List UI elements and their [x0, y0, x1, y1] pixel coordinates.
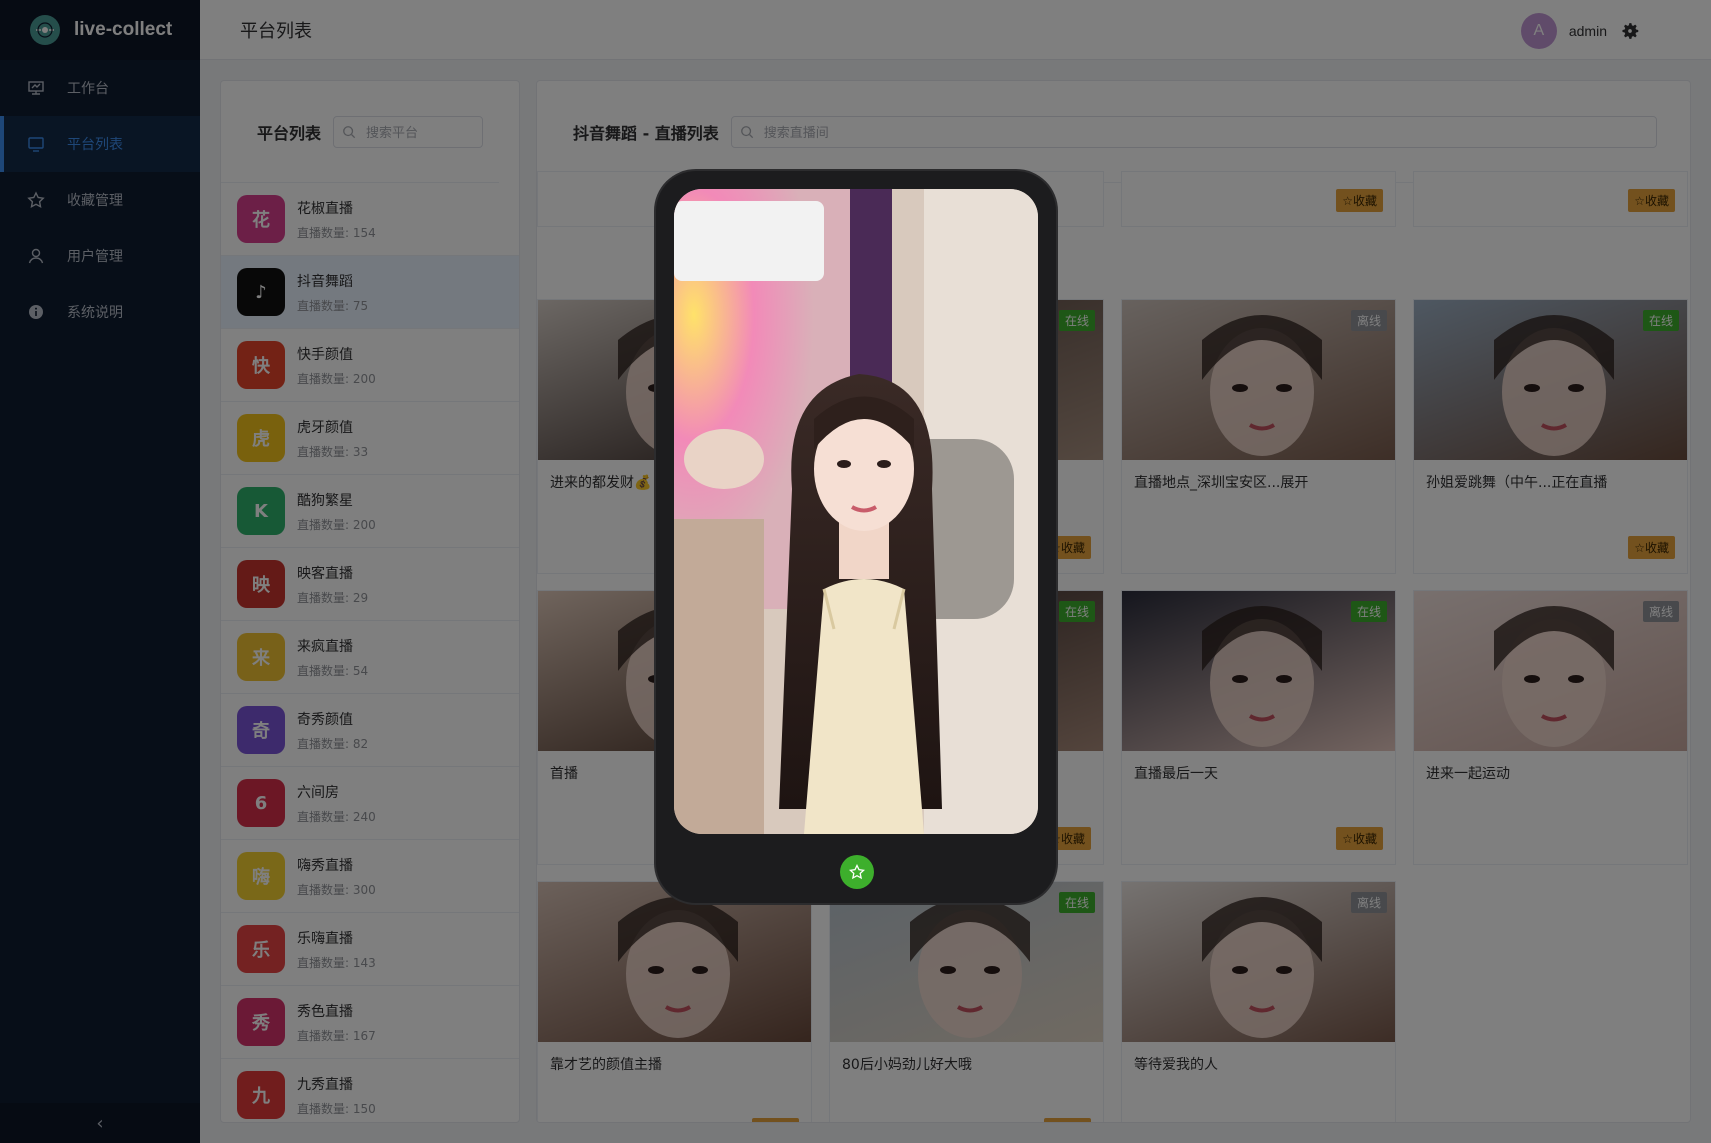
app-root: live-collect 工作台平台列表收藏管理用户管理系统说明 ‹ 平台列表 …	[0, 0, 1711, 1143]
favorite-button[interactable]	[840, 855, 874, 889]
live-video[interactable]	[674, 189, 1038, 834]
star-icon	[849, 864, 865, 880]
video-frame	[674, 189, 1038, 834]
live-player-modal	[656, 171, 1056, 903]
modal-overlay[interactable]	[0, 0, 1711, 1143]
